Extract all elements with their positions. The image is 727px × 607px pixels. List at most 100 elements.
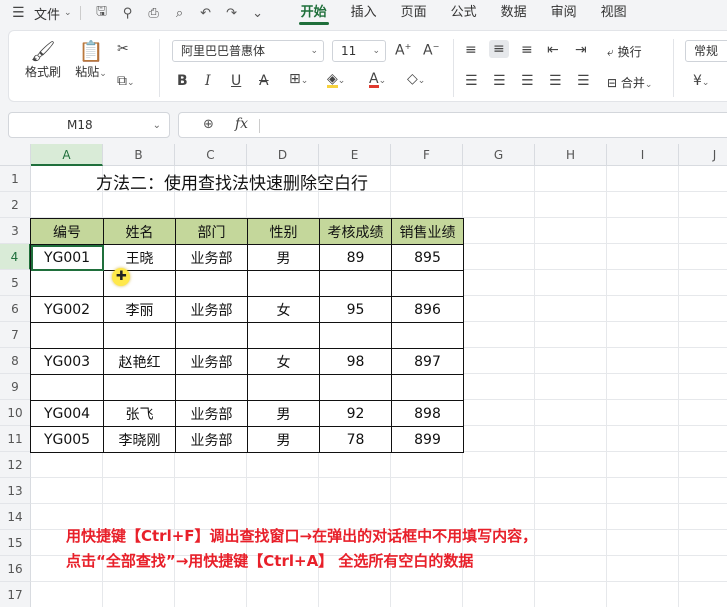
file-menu[interactable]: 文件 [34, 4, 60, 23]
table-cell[interactable] [247, 270, 320, 297]
table-cell[interactable] [30, 322, 104, 349]
align-top-icon[interactable]: ≡ [465, 42, 477, 58]
table-cell[interactable]: YG003 [30, 348, 104, 375]
wrap-text-button[interactable]: ⤶ 换行 [607, 43, 642, 60]
strikethrough-icon[interactable]: A [259, 73, 269, 89]
table-cell[interactable] [391, 270, 464, 297]
tab-home[interactable]: 开始 [289, 0, 339, 26]
table-cell[interactable]: 业务部 [175, 296, 248, 323]
row-header-10[interactable]: 10 [0, 400, 31, 426]
save-icon[interactable]: 🖫 [89, 2, 115, 24]
hamburger-icon[interactable]: ☰ [12, 5, 30, 21]
decrease-indent-icon[interactable]: ⇤ [547, 42, 559, 58]
tab-page[interactable]: 页面 [389, 0, 439, 26]
table-cell[interactable] [247, 322, 320, 349]
share-icon[interactable]: ⚲ [115, 6, 141, 21]
column-header-h[interactable]: H [535, 144, 607, 166]
column-header-d[interactable]: D [247, 144, 319, 166]
table-cell[interactable]: 女 [247, 296, 320, 323]
row-header-13[interactable]: 13 [0, 478, 31, 504]
table-cell[interactable]: 95 [319, 296, 392, 323]
row-header-17[interactable]: 17 [0, 582, 31, 607]
distribute-icon[interactable]: ☰ [577, 73, 590, 89]
row-header-8[interactable]: 8 [0, 348, 31, 374]
bold-icon[interactable]: B [177, 73, 188, 89]
merge-button[interactable]: ⊟ 合并⌄ [607, 74, 652, 91]
table-cell[interactable] [391, 374, 464, 401]
table-cell[interactable] [175, 322, 248, 349]
table-cell[interactable] [175, 270, 248, 297]
spreadsheet-grid[interactable]: A B C D E F G H I J 1 2 3 4 5 6 7 8 9 10… [0, 144, 727, 607]
table-cell[interactable]: 男 [247, 400, 320, 427]
header-cell[interactable]: 销售业绩 [391, 218, 464, 245]
copy-icon[interactable]: ⧉⌄ [117, 73, 135, 89]
align-left-icon[interactable]: ☰ [465, 73, 478, 89]
align-middle-icon[interactable]: ≡ [489, 40, 509, 58]
cut-icon[interactable]: ✂ [117, 41, 129, 57]
table-cell[interactable]: 男 [247, 426, 320, 453]
redo-icon[interactable]: ↷ [219, 6, 245, 21]
header-cell[interactable]: 编号 [30, 218, 104, 245]
table-cell[interactable]: 899 [391, 426, 464, 453]
font-color-icon[interactable]: A⌄ [369, 71, 386, 88]
row-header-5[interactable]: 5 [0, 270, 31, 296]
table-cell[interactable]: 女 [247, 348, 320, 375]
column-header-g[interactable]: G [463, 144, 535, 166]
table-cell[interactable]: 98 [319, 348, 392, 375]
table-cell[interactable]: 898 [391, 400, 464, 427]
undo-icon[interactable]: ↶ [193, 6, 219, 21]
chevron-down-icon[interactable]: ⌄ [64, 8, 72, 18]
table-cell[interactable]: 业务部 [175, 244, 248, 271]
align-right-icon[interactable]: ☰ [521, 73, 534, 89]
decrease-font-icon[interactable]: A− [423, 42, 439, 59]
active-cell[interactable]: YG001 [30, 244, 104, 271]
table-cell[interactable]: 89 [319, 244, 392, 271]
row-header-2[interactable]: 2 [0, 192, 31, 218]
tab-data[interactable]: 数据 [489, 0, 539, 26]
underline-icon[interactable]: U [231, 73, 241, 89]
row-header-4[interactable]: 4 [0, 244, 31, 270]
header-cell[interactable]: 部门 [175, 218, 248, 245]
table-cell[interactable]: 李晓刚 [103, 426, 176, 453]
tab-review[interactable]: 审阅 [539, 0, 589, 26]
row-header-9[interactable]: 9 [0, 374, 31, 400]
more-chevron-icon[interactable]: ⌄ [245, 6, 271, 21]
table-cell[interactable]: 男 [247, 244, 320, 271]
justify-icon[interactable]: ☰ [549, 73, 562, 89]
table-cell[interactable]: YG005 [30, 426, 104, 453]
column-header-i[interactable]: I [607, 144, 679, 166]
formula-input[interactable]: ⊕ fx [178, 112, 727, 138]
row-header-7[interactable]: 7 [0, 322, 31, 348]
row-header-6[interactable]: 6 [0, 296, 31, 322]
chevron-down-icon[interactable]: ⌄ [153, 114, 161, 138]
column-header-e[interactable]: E [319, 144, 391, 166]
table-cell[interactable] [30, 374, 104, 401]
format-painter-button[interactable]: 🖌 格式刷 [23, 39, 63, 80]
clear-format-icon[interactable]: ◇⌄ [407, 71, 425, 87]
border-icon[interactable]: ⊞⌄ [289, 71, 308, 87]
zoom-icon[interactable]: ⊕ [203, 117, 214, 132]
row-header-3[interactable]: 3 [0, 218, 31, 244]
row-header-15[interactable]: 15 [0, 530, 31, 556]
name-box[interactable]: M18 ⌄ [8, 112, 170, 138]
table-cell[interactable]: 895 [391, 244, 464, 271]
row-header-14[interactable]: 14 [0, 504, 31, 530]
table-cell[interactable]: 业务部 [175, 348, 248, 375]
increase-font-icon[interactable]: A+ [395, 42, 411, 59]
print-icon[interactable]: ⎙ [141, 6, 167, 21]
table-cell[interactable]: 王晓 [103, 244, 176, 271]
header-cell[interactable]: 考核成绩 [319, 218, 392, 245]
italic-icon[interactable]: I [205, 73, 211, 89]
table-cell[interactable]: 897 [391, 348, 464, 375]
table-cell[interactable]: 业务部 [175, 426, 248, 453]
table-cell[interactable]: 李丽 [103, 296, 176, 323]
header-cell[interactable]: 姓名 [103, 218, 176, 245]
row-header-16[interactable]: 16 [0, 556, 31, 582]
table-cell[interactable]: YG004 [30, 400, 104, 427]
table-cell[interactable]: 896 [391, 296, 464, 323]
row-header-12[interactable]: 12 [0, 452, 31, 478]
fx-icon[interactable]: fx [235, 116, 248, 132]
table-cell[interactable]: 92 [319, 400, 392, 427]
table-cell[interactable]: YG002 [30, 296, 104, 323]
column-header-a[interactable]: A [31, 144, 103, 166]
